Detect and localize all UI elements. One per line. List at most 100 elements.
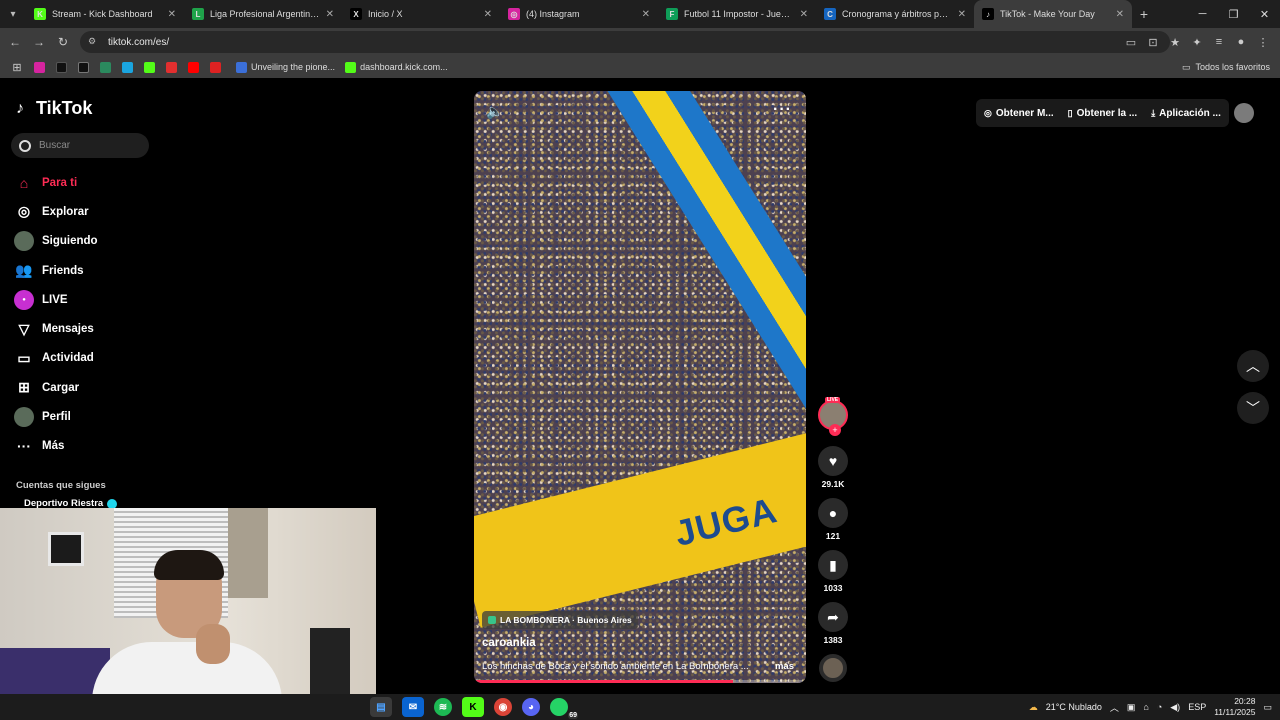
user-avatar[interactable] [1234,103,1254,123]
video-progress-bar[interactable] [474,680,806,683]
bookmark-red-icon[interactable] [204,61,226,73]
like-button[interactable]: ♥ 29.1K [816,446,850,489]
browser-tab[interactable]: C Cronograma y árbitros para la ✕ [816,0,974,28]
top-action-2[interactable]: ▯ Obtener la ... [1068,108,1138,119]
sidebar-item-cargar[interactable]: ⊞ Cargar [14,373,164,402]
volume-tray-icon[interactable]: ◀) [1170,702,1180,713]
tab-close-icon[interactable]: ✕ [958,9,966,20]
whatsapp-icon[interactable]: 69 [550,698,578,719]
browser-tab[interactable]: L Liga Profesional Argentina - PC ✕ [184,0,342,28]
sidebar-item-para-ti[interactable]: ⌂ Para ti [14,168,164,197]
bookmark-app-icon[interactable] [94,61,116,73]
more-link[interactable]: más [775,661,794,672]
chrome-icon[interactable]: ◉ [494,698,512,716]
bookmark-star-icon[interactable]: ★ [1164,36,1186,49]
volume-icon[interactable]: 🔈 [486,103,503,120]
forward-icon[interactable]: → [27,35,51,49]
bookmark-link-1[interactable]: Unveiling the pione... [236,61,335,73]
tray-chevron-icon[interactable]: ︿ [1110,701,1119,714]
microphone-icon[interactable]: ⌂ [1143,702,1148,712]
new-tab-button[interactable]: + [1132,6,1156,22]
bookmark-link-2[interactable]: dashboard.kick.com... [345,61,448,73]
sidebar-item-live[interactable]: ● LIVE [14,285,164,314]
follow-plus-icon[interactable]: + [829,424,841,436]
browser-tab[interactable]: ◎ (4) Instagram ✕ [500,0,658,28]
tray-app-icon[interactable]: ▣ [1127,702,1136,713]
share-button[interactable]: ➦ 1383 [816,602,850,645]
file-explorer-icon[interactable]: ▤ [370,697,392,717]
bookmark-instagram-icon[interactable] [28,61,50,73]
tab-close-icon[interactable]: ✕ [484,9,492,20]
browser-tab[interactable]: ♪ TikTok - Make Your Day ✕ [974,0,1132,28]
maximize-icon[interactable]: ❐ [1218,0,1249,28]
sidebar-item-siguiendo[interactable]: ● Siguiendo [14,227,164,256]
video-more-icon[interactable]: ··· [773,101,792,119]
tab-close-icon[interactable]: ✕ [642,9,650,20]
kick-app-icon[interactable]: K [462,697,484,717]
tab-search-icon[interactable]: ▾ [0,0,26,28]
cast-icon[interactable]: ▭ [1120,36,1142,49]
tab-close-icon[interactable]: ✕ [168,9,176,20]
sidebar-item-friends[interactable]: 👥 Friends [14,256,164,285]
video-description: Los hinchas de Boca y el sonido ambiente… [482,661,749,672]
chrome-menu-icon[interactable]: ⋮ [1252,36,1274,49]
browser-tab-strip: ▾ K Stream - Kick Dashboard ✕ L Liga Profesi… [0,0,1280,28]
chevron-up-icon[interactable]: ︿ [1237,350,1269,382]
bookmark-twitch-icon[interactable] [160,61,182,73]
browser-tab[interactable]: K Stream - Kick Dashboard ✕ [26,0,184,28]
minimize-icon[interactable]: ─ [1187,0,1218,28]
comment-button[interactable]: ● 121 [816,498,850,541]
browser-tab[interactable]: X Inicio / X ✕ [342,0,500,28]
notifications-icon[interactable]: ▭ [1263,702,1272,713]
sidebar-item-label: Mensajes [42,323,94,336]
bookmark-x-icon[interactable] [72,61,94,73]
extensions-icon[interactable]: ✦ [1186,36,1208,49]
site-info-icon[interactable]: ⚙ [88,36,100,48]
spotify-icon[interactable]: ≋ [434,698,452,716]
browser-tab[interactable]: F Futbol 11 Impostor - Juega al ✕ [658,0,816,28]
bookmark-kick-icon[interactable] [138,61,160,73]
media-controls-icon[interactable]: ≡ [1208,36,1230,48]
translate-icon[interactable]: ⊡ [1142,36,1164,49]
sidebar-item-label: Perfil [42,411,71,424]
music-disc-icon[interactable] [819,654,847,682]
sidebar-item-perfil[interactable]: ● Perfil [14,402,164,431]
sidebar-item-m-s[interactable]: ··· Más [14,432,164,461]
video-player[interactable]: JUGA 🔈 ··· LA BOMBONERA · Buenos Aires c… [474,91,806,683]
sidebar-item-actividad[interactable]: ▭ Actividad [14,344,164,373]
search-input[interactable]: Buscar [11,133,149,158]
top-action-3[interactable]: ⤓ Aplicación ... [1151,108,1221,119]
all-bookmarks[interactable]: ▭ Todos los favoritos [1182,56,1270,78]
tiktok-page: ♪ TikTok Buscar ⌂ Para ti ◎ Explorar ● Siguie… [0,78,1280,694]
tiktok-logo[interactable]: ♪ TikTok [16,98,92,119]
weather-icon[interactable]: ☁ [1029,702,1038,713]
address-bar[interactable]: ⚙ tiktok.com/es/ [80,31,1170,53]
sidebar-item-mensajes[interactable]: ▽ Mensajes [14,314,164,343]
bookmark-youtube-icon[interactable] [182,61,204,73]
language-indicator[interactable]: ESP [1188,702,1206,712]
apps-grid-icon[interactable]: ⊞ [6,61,28,74]
bookmark-play-icon[interactable] [116,61,138,73]
back-icon[interactable]: ← [3,35,27,49]
network-icon[interactable]: ◔ [1157,702,1162,712]
tab-close-icon[interactable]: ✕ [326,9,334,20]
reload-icon[interactable]: ↻ [51,35,75,49]
profile-icon[interactable]: ● [1230,36,1252,48]
video-username[interactable]: caroankia [482,637,536,649]
chevron-down-icon[interactable]: ﹀ [1237,392,1269,424]
save-button[interactable]: ▮ 1033 [816,550,850,593]
discord-icon[interactable]: ◕ [522,698,540,716]
close-window-icon[interactable]: ✕ [1249,0,1280,28]
speaker [310,628,350,694]
weather-text[interactable]: 21°C Nublado [1046,702,1102,712]
whatsapp-badge: 69 [568,712,578,719]
tab-close-icon[interactable]: ✕ [800,9,808,20]
creator-avatar[interactable]: LIVE + [818,397,848,436]
outlook-icon[interactable]: ✉ [402,697,424,717]
top-action-1[interactable]: ◎ Obtener M... [984,108,1054,119]
bookmark-tiktok-icon[interactable] [50,61,72,73]
sidebar-item-explorar[interactable]: ◎ Explorar [14,197,164,226]
location-chip[interactable]: LA BOMBONERA · Buenos Aires [482,611,638,629]
tab-close-icon[interactable]: ✕ [1116,9,1124,20]
clock[interactable]: 20:28 11/11/2025 [1214,696,1255,718]
